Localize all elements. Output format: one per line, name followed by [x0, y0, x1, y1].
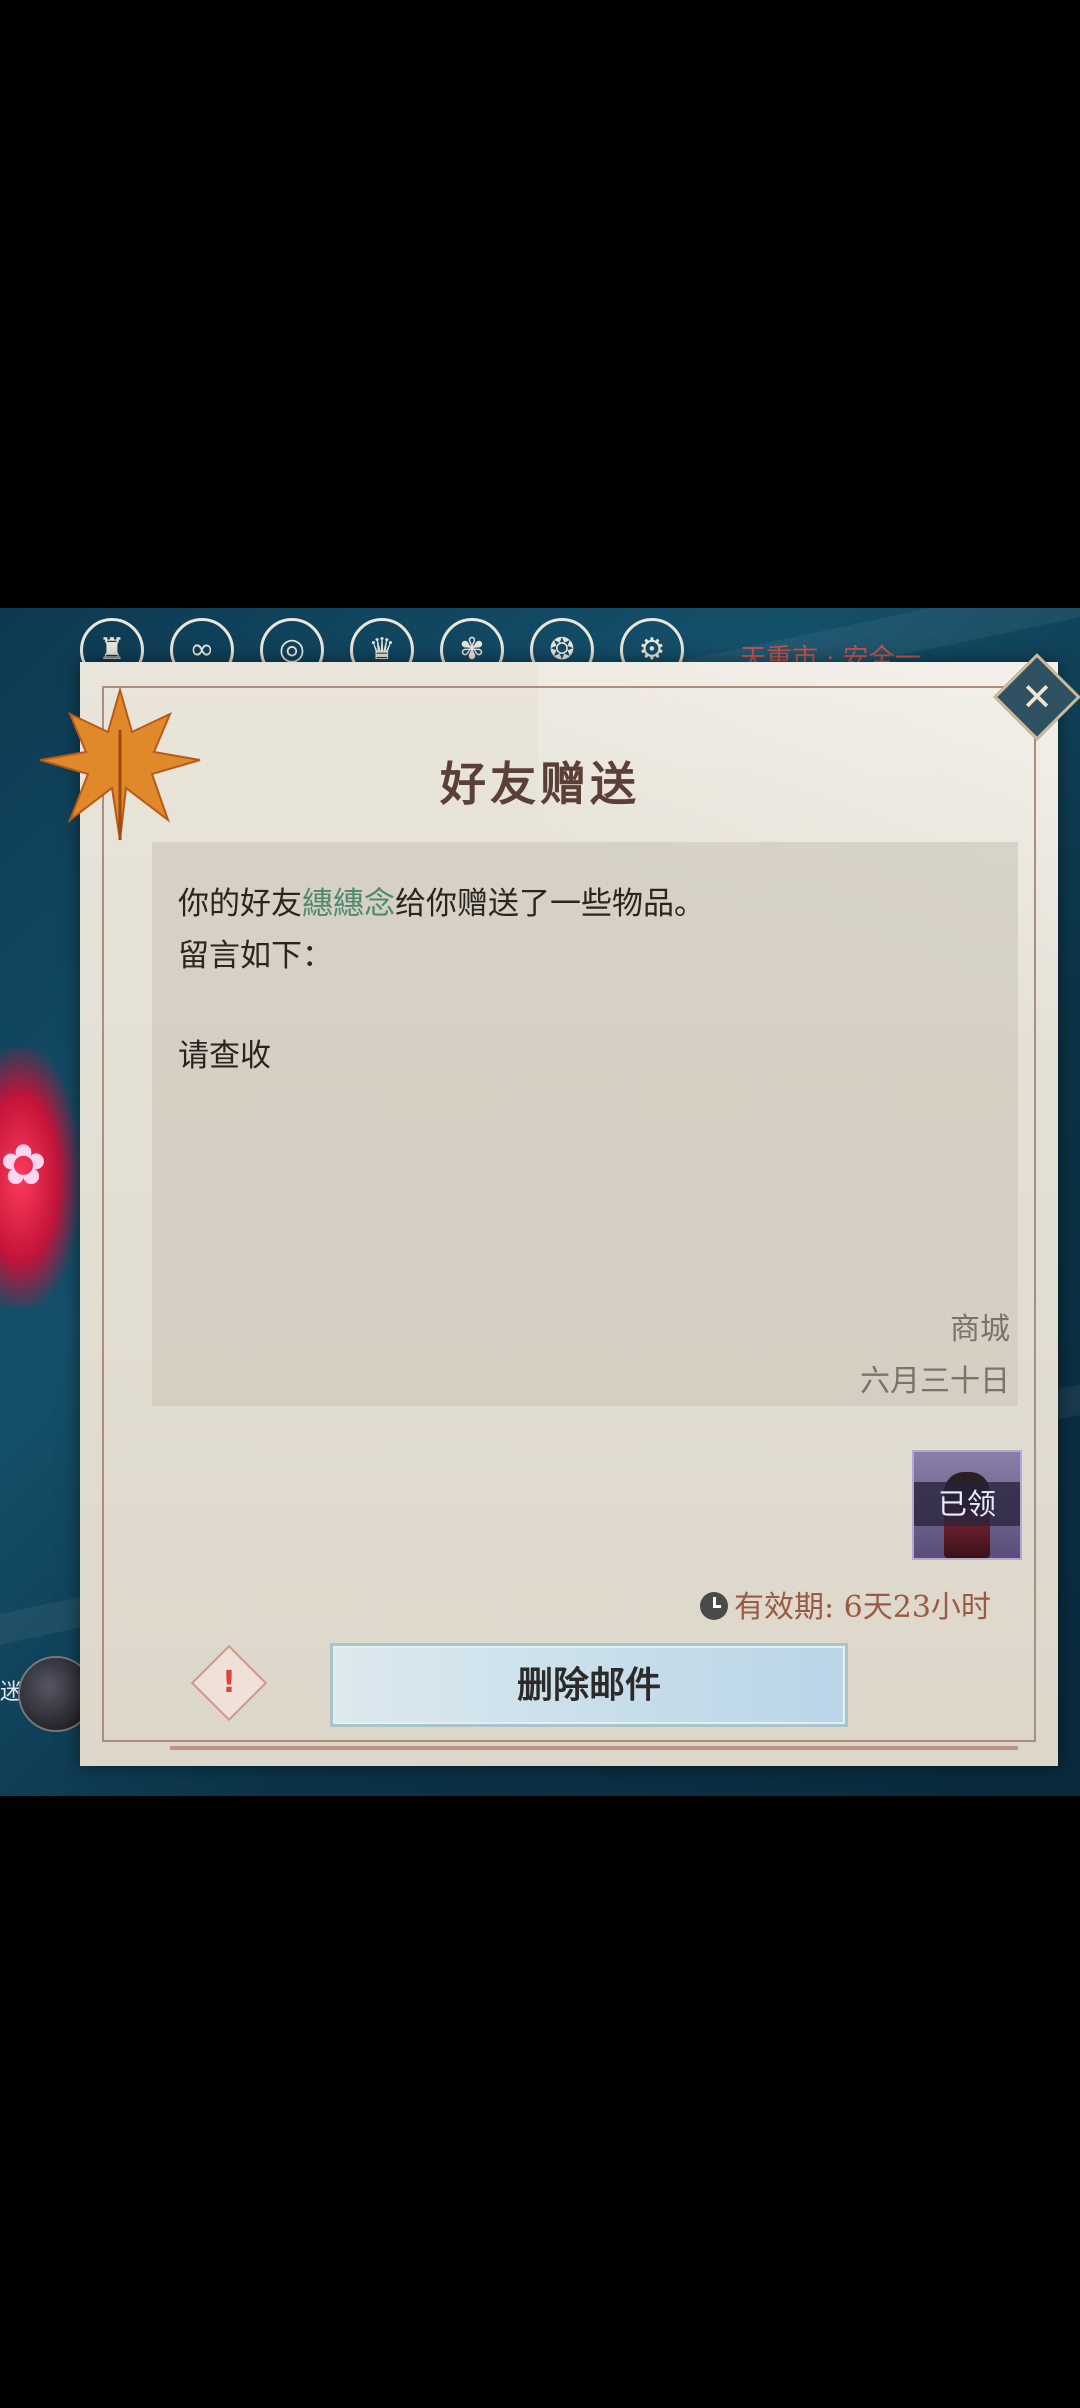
flower-icon[interactable]: ✿ [0, 1138, 47, 1194]
message-body: 请查收 [178, 1038, 271, 1074]
warning-icon: ! [222, 1665, 236, 1700]
validity-text: 有效期: 6天23小时 [734, 1590, 991, 1625]
message-caption: 留言如下： [178, 938, 333, 974]
claimed-badge: 已领 [914, 1482, 1020, 1526]
message-box: 你的好友繐繐念给你赠送了一些物品。 留言如下： 请查收 商城 六月三十日 [152, 842, 1018, 1406]
message-intro-line: 你的好友繐繐念给你赠送了一些物品。 [178, 878, 705, 923]
delete-mail-label: 删除邮件 [516, 1664, 661, 1706]
intro-prefix: 你的好友 [178, 886, 302, 922]
friend-name-link[interactable]: 繐繐念 [302, 886, 395, 922]
dialog-bottom-strip [170, 1746, 1018, 1750]
close-icon: ✕ [1021, 675, 1053, 719]
attachment-item[interactable]: 已领 [912, 1450, 1022, 1560]
delete-mail-button[interactable]: 删除邮件 [330, 1643, 848, 1727]
intro-suffix: 给你赠送了一些物品。 [395, 886, 705, 922]
mail-title: 好友赠送 [440, 757, 640, 811]
mail-date: 六月三十日 [860, 1364, 1010, 1399]
sender-name: 商城 [950, 1312, 1010, 1347]
clock-icon [700, 1592, 728, 1620]
validity-info: 有效期: 6天23小时 [700, 1582, 991, 1626]
